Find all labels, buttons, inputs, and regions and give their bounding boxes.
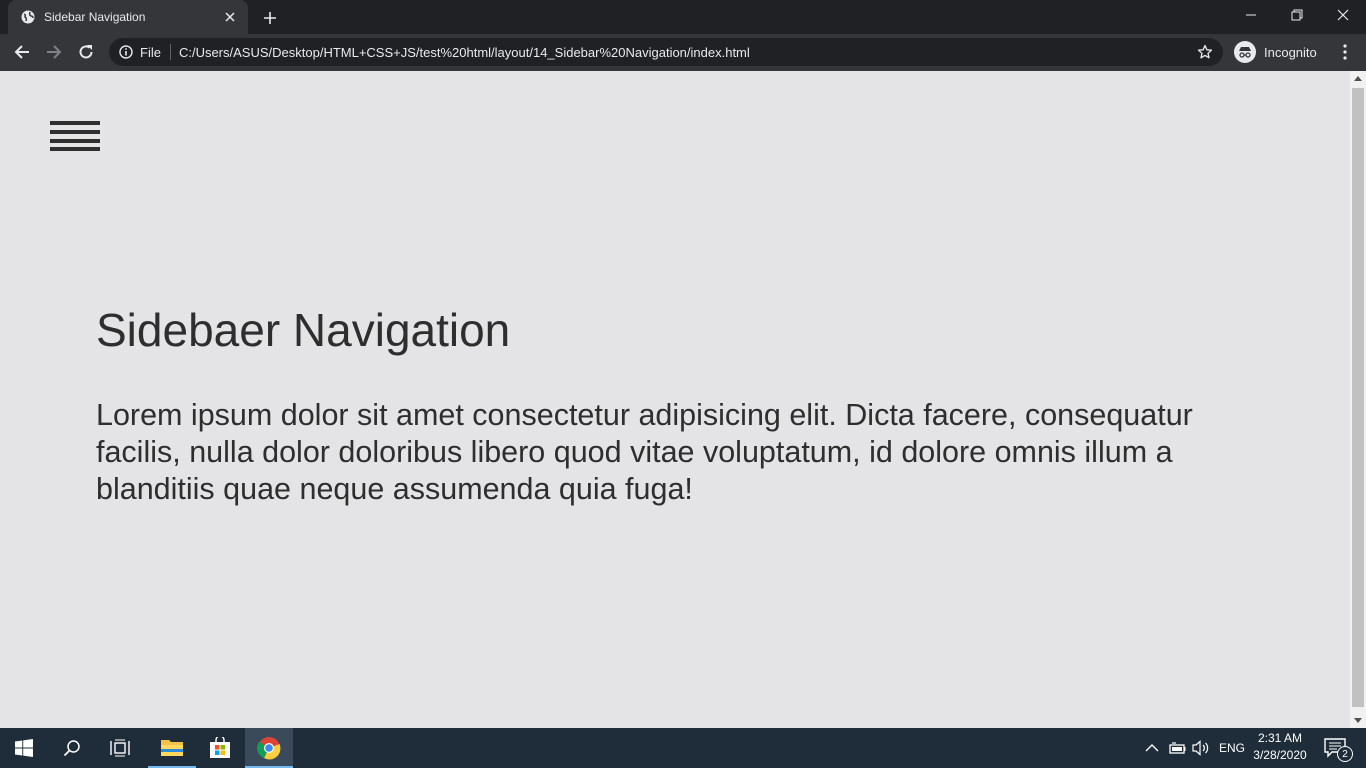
minimize-icon xyxy=(1246,14,1256,16)
back-button[interactable] xyxy=(8,38,36,66)
incognito-label: Incognito xyxy=(1264,44,1317,60)
browser-menu-button[interactable] xyxy=(1333,40,1357,64)
page-title: Sidebaer Navigation xyxy=(96,304,511,356)
input-language-button[interactable]: ENG xyxy=(1219,738,1245,758)
page-viewport: Sidebaer Navigation Lorem ipsum dolor si… xyxy=(0,71,1366,728)
battery-button[interactable] xyxy=(1168,738,1186,758)
action-center-button[interactable]: 2 xyxy=(1318,732,1358,766)
notification-count-badge: 2 xyxy=(1337,746,1353,762)
start-button[interactable] xyxy=(0,728,48,768)
scrollbar-thumb[interactable] xyxy=(1352,88,1364,707)
close-window-button[interactable] xyxy=(1320,0,1366,30)
chrome-icon xyxy=(257,737,281,760)
plus-icon xyxy=(264,12,276,24)
browser-tab-strip: Sidebar Navigation xyxy=(0,0,1366,34)
clock-time: 2:31 AM xyxy=(1257,731,1303,745)
globe-icon xyxy=(20,9,36,25)
clock-date: 3/28/2020 xyxy=(1253,748,1307,762)
chrome-taskbar-button[interactable] xyxy=(245,728,293,768)
speaker-icon xyxy=(1192,740,1209,756)
more-vertical-icon xyxy=(1343,44,1347,60)
language-label: ENG xyxy=(1219,741,1246,755)
url-text[interactable]: C:/Users/ASUS/Desktop/HTML+CSS+JS/test%2… xyxy=(179,45,750,60)
task-view-icon xyxy=(110,739,130,757)
minimize-button[interactable] xyxy=(1228,0,1274,30)
bookmark-star-icon[interactable] xyxy=(1197,44,1213,60)
scroll-down-arrow-icon[interactable] xyxy=(1354,718,1362,723)
volume-button[interactable] xyxy=(1192,738,1210,758)
restore-button[interactable] xyxy=(1274,0,1320,30)
url-scheme-label: File xyxy=(140,44,161,60)
close-icon xyxy=(1337,9,1349,21)
arrow-right-icon xyxy=(47,45,62,59)
scroll-up-arrow-icon[interactable] xyxy=(1354,76,1362,81)
hamburger-bar xyxy=(50,130,100,134)
start-icon xyxy=(15,739,33,757)
arrow-left-icon xyxy=(14,45,29,59)
battery-icon xyxy=(1169,742,1186,754)
file-explorer-icon xyxy=(161,740,183,756)
address-bar[interactable]: File C:/Users/ASUS/Desktop/HTML+CSS+JS/t… xyxy=(109,38,1223,66)
chevron-up-icon xyxy=(1145,744,1159,752)
file-explorer-button[interactable] xyxy=(148,728,196,768)
show-hidden-icons-button[interactable] xyxy=(1145,738,1159,758)
hamburger-icon xyxy=(50,121,100,125)
search-icon xyxy=(63,740,80,757)
browser-toolbar: File C:/Users/ASUS/Desktop/HTML+CSS+JS/t… xyxy=(0,34,1366,71)
incognito-icon xyxy=(1234,41,1256,63)
forward-button[interactable] xyxy=(40,38,68,66)
taskbar-search-button[interactable] xyxy=(48,728,96,768)
task-view-button[interactable] xyxy=(96,728,144,768)
address-separator xyxy=(169,44,171,60)
reload-button[interactable] xyxy=(72,38,100,66)
store-button[interactable] xyxy=(196,728,244,768)
reload-icon xyxy=(79,45,93,59)
windows-taskbar: ENG 2:31 AM 3/28/2020 2 xyxy=(0,728,1366,768)
info-icon[interactable] xyxy=(119,45,133,59)
hamburger-bar xyxy=(50,139,100,143)
browser-tab[interactable]: Sidebar Navigation xyxy=(8,0,248,34)
tab-title: Sidebar Navigation xyxy=(44,10,146,24)
clock-button[interactable]: 2:31 AM 3/28/2020 xyxy=(1252,730,1308,764)
hamburger-bar xyxy=(50,147,100,151)
hamburger-menu-button[interactable] xyxy=(50,121,100,151)
incognito-profile-button[interactable]: Incognito xyxy=(1234,40,1317,64)
page-paragraph: Lorem ipsum dolor sit amet consectetur a… xyxy=(96,398,1193,506)
restore-icon xyxy=(1291,9,1303,21)
new-tab-button[interactable] xyxy=(258,6,282,30)
store-icon xyxy=(210,737,230,758)
vertical-scrollbar[interactable] xyxy=(1350,71,1366,728)
tab-close-icon[interactable] xyxy=(222,9,238,25)
